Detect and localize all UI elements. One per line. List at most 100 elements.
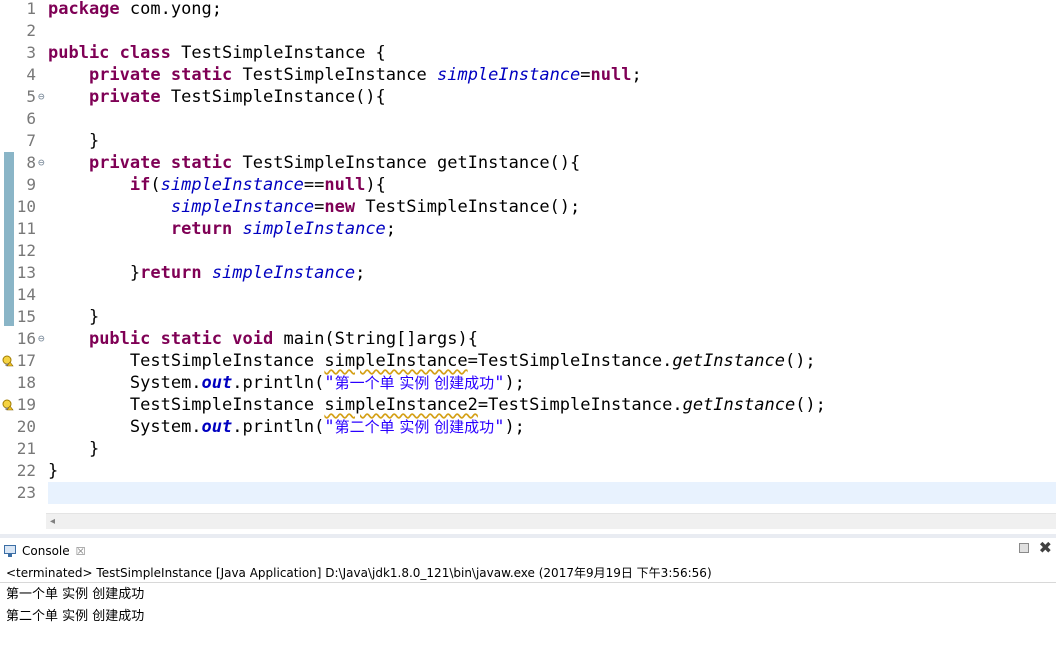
code-line[interactable]: 13 }return simpleInstance; <box>0 262 1056 284</box>
punctuation: ; <box>631 65 642 85</box>
string-quote: " <box>494 373 505 393</box>
warning-lightbulb-icon[interactable] <box>2 355 14 367</box>
code-line[interactable]: 12 <box>0 240 1056 262</box>
line-number: 23 <box>16 483 36 502</box>
console-tab-bar: Console ☒ ✖ <box>0 538 1056 564</box>
code-line[interactable]: 10 simpleInstance=new TestSimpleInstance… <box>0 196 1056 218</box>
close-icon[interactable]: ☒ <box>76 545 86 558</box>
code-line[interactable]: 20 System.out.println("第二个单 实例 创建成功"); <box>0 416 1056 438</box>
constructor-call: TestSimpleInstance(); <box>355 197 581 217</box>
code-line[interactable]: 5 ⊖ private TestSimpleInstance(){ <box>0 86 1056 108</box>
keyword: static <box>170 153 233 173</box>
line-number: 14 <box>16 285 36 304</box>
keyword: static <box>170 65 233 85</box>
code-line[interactable]: 1 package com.yong; <box>0 0 1056 20</box>
local-variable-unused: simpleInstance2 <box>324 395 478 415</box>
fold-collapse-icon[interactable]: ⊖ <box>38 152 47 174</box>
code-line[interactable]: 8 ⊖ private static TestSimpleInstance ge… <box>0 152 1056 174</box>
keyword: void <box>232 329 274 349</box>
keyword: new <box>324 197 356 217</box>
console-actions: ✖ <box>1018 540 1052 556</box>
operator: = <box>314 197 325 217</box>
static-method-call: getInstance <box>682 395 796 415</box>
static-method-call: getInstance <box>672 351 785 371</box>
keyword: null <box>590 65 632 85</box>
assignment: =TestSimpleInstance. <box>467 351 673 371</box>
code-line[interactable]: 17 TestSimpleInstance simpleInstance=Tes… <box>0 350 1056 372</box>
line-number: 6 <box>26 109 36 128</box>
static-field-out: out <box>201 417 233 437</box>
punctuation: ; <box>385 219 397 239</box>
type-name: TestSimpleInstance <box>232 65 437 85</box>
static-field: simpleInstance <box>160 175 304 195</box>
line-number: 17 <box>16 351 36 370</box>
current-line-highlight <box>48 482 1056 504</box>
line-number: 22 <box>16 461 36 480</box>
code-line[interactable]: 4 private static TestSimpleInstance simp… <box>0 64 1056 86</box>
punctuation: } <box>129 263 141 283</box>
code-line[interactable]: 6 <box>0 108 1056 130</box>
console-output-line: 第二个单 实例 创建成功 <box>6 609 145 624</box>
code-line[interactable]: 19 TestSimpleInstance simpleInstance2=Te… <box>0 394 1056 416</box>
punctuation: } <box>88 131 100 151</box>
warning-lightbulb-icon[interactable] <box>2 399 14 411</box>
keyword: static <box>160 329 223 349</box>
console-icon <box>4 545 18 557</box>
keyword: class <box>119 43 171 63</box>
string-quote: " <box>324 373 335 393</box>
punctuation: (); <box>795 395 826 415</box>
punctuation: ; <box>355 263 366 283</box>
tab-console-label: Console <box>22 544 70 558</box>
line-number: 20 <box>16 417 36 436</box>
assignment: =TestSimpleInstance. <box>477 395 683 415</box>
constructor-declaration: TestSimpleInstance(){ <box>160 87 386 107</box>
package-name: com.yong; <box>119 0 223 19</box>
code-line[interactable]: 15 } <box>0 306 1056 328</box>
keyword: public <box>48 43 110 63</box>
fold-collapse-icon[interactable]: ⊖ <box>38 328 47 350</box>
code-line[interactable]: 3 public class TestSimpleInstance { <box>0 42 1056 64</box>
line-number: 5 <box>26 87 36 106</box>
code-line[interactable]: 9 if(simpleInstance==null){ <box>0 174 1056 196</box>
method-declaration: TestSimpleInstance getInstance(){ <box>232 153 581 173</box>
fold-collapse-icon[interactable]: ⊖ <box>38 86 47 108</box>
code-line[interactable]: 18 System.out.println("第一个单 实例 创建成功"); <box>0 372 1056 394</box>
static-field: simpleInstance <box>242 219 386 239</box>
scroll-left-icon[interactable]: ◂ <box>50 514 55 529</box>
line-number: 8 <box>26 153 36 172</box>
code-line[interactable]: 2 <box>0 20 1056 42</box>
operator: = <box>580 65 591 85</box>
static-field-out: out <box>201 373 233 393</box>
code-line[interactable]: 7 } <box>0 130 1056 152</box>
code-line[interactable]: 21 } <box>0 438 1056 460</box>
code-line[interactable]: 16 ⊖ public static void main(String[]arg… <box>0 328 1056 350</box>
keyword: private <box>88 153 161 173</box>
horizontal-scrollbar[interactable]: ◂ <box>46 513 1056 529</box>
code-line-current[interactable]: 23 <box>0 482 1056 504</box>
punctuation: ( <box>150 175 161 195</box>
local-variable-unused: simpleInstance <box>324 351 468 371</box>
line-number: 16 <box>16 329 36 348</box>
line-number: 21 <box>16 439 36 458</box>
punctuation: } <box>88 439 100 459</box>
code-editor[interactable]: 1 package com.yong; 2 3 public class Tes… <box>0 0 1056 534</box>
line-number: 15 <box>16 307 36 326</box>
class-ref: System. <box>129 417 202 437</box>
string-literal: 第二个单 实例 创建成功 <box>334 418 495 436</box>
operator: == <box>303 175 325 195</box>
line-number: 18 <box>16 373 36 392</box>
line-number: 7 <box>26 131 36 150</box>
code-area[interactable]: 1 package com.yong; 2 3 public class Tes… <box>0 0 1056 508</box>
main-declaration: main(String[]args){ <box>273 329 478 349</box>
line-number: 2 <box>26 21 36 40</box>
console-view: Console ☒ ✖ <terminated> TestSimpleInsta… <box>0 538 1056 654</box>
remove-launch-icon[interactable]: ✖ <box>1039 540 1052 556</box>
code-line[interactable]: 11 return simpleInstance; <box>0 218 1056 240</box>
minimize-icon[interactable] <box>1018 543 1029 553</box>
code-line[interactable]: 14 <box>0 284 1056 306</box>
keyword: private <box>88 65 161 85</box>
tab-console[interactable]: Console ☒ <box>4 540 86 562</box>
code-line[interactable]: 22 } <box>0 460 1056 482</box>
punctuation: ); <box>504 373 525 393</box>
console-process-header: <terminated> TestSimpleInstance [Java Ap… <box>0 564 1056 583</box>
